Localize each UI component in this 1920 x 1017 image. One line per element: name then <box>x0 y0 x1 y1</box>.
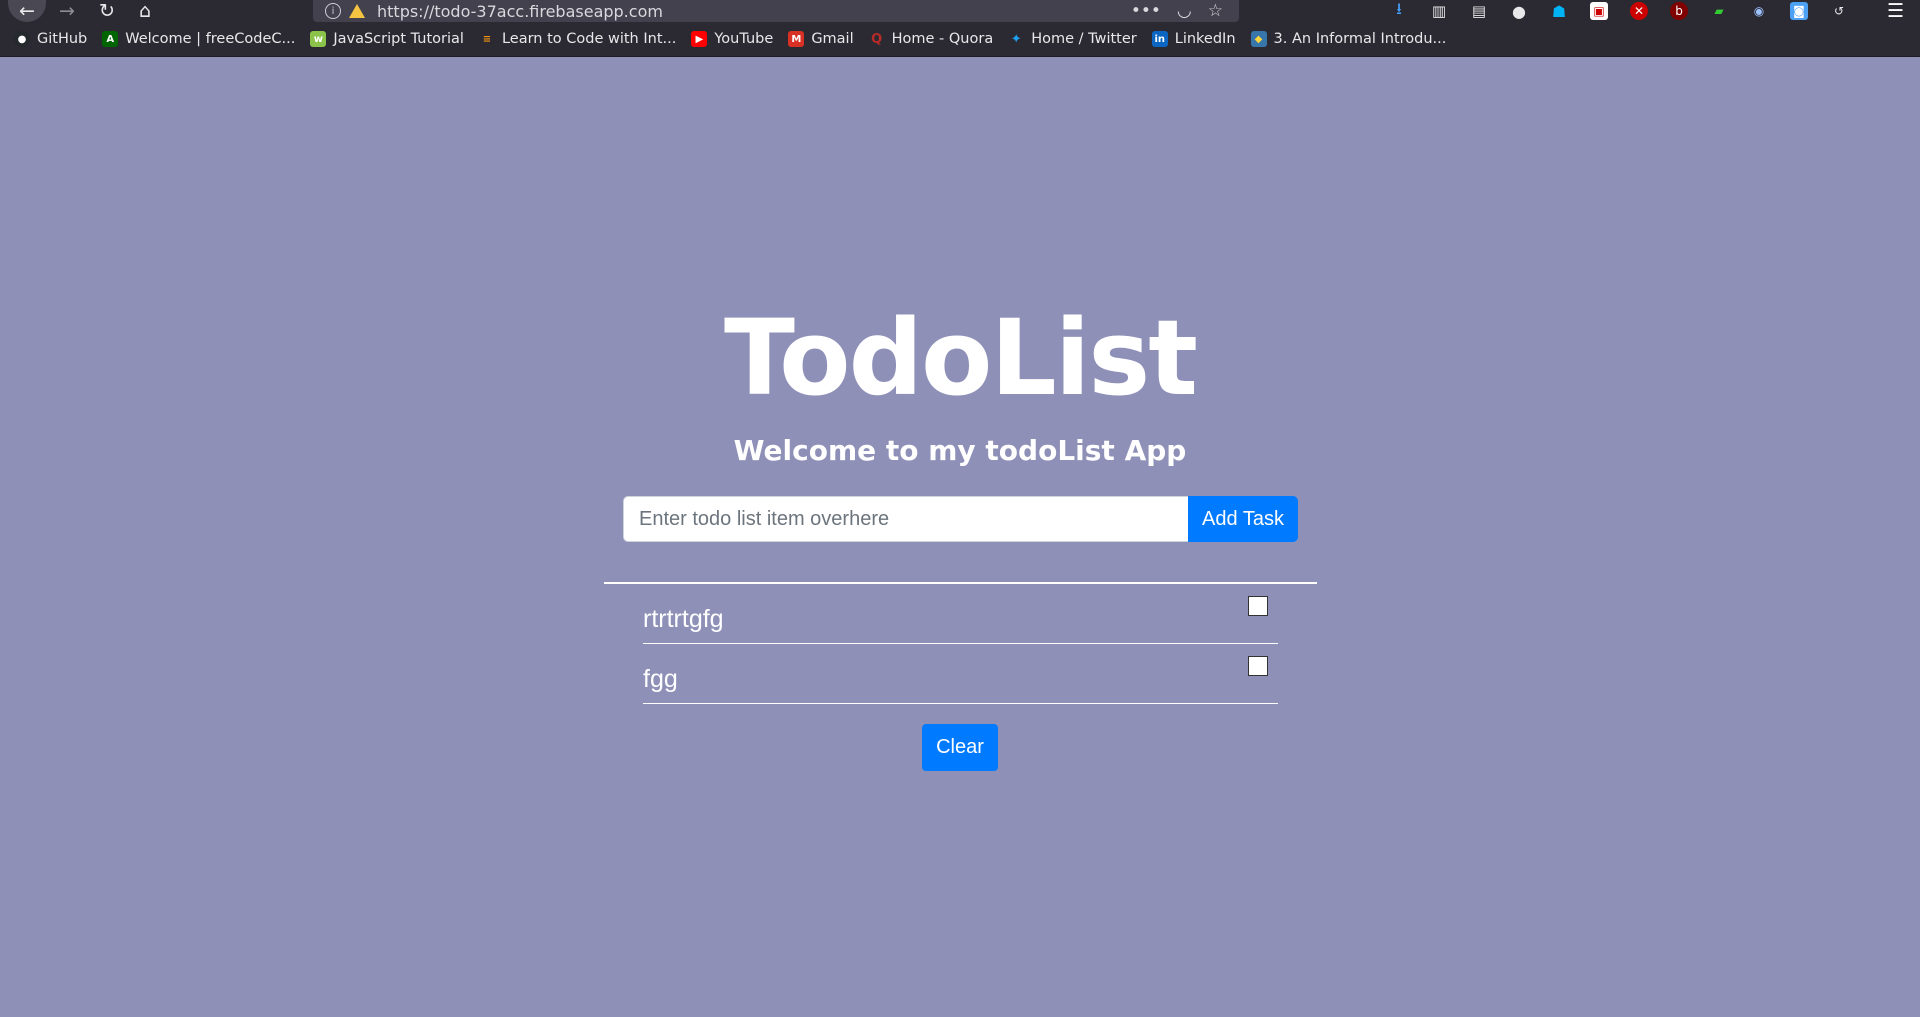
todo-input[interactable] <box>623 496 1188 542</box>
bookmarks-bar: ● GitHub A Welcome | freeCodeC... w Java… <box>0 22 1920 57</box>
bookmark-label: LinkedIn <box>1174 31 1236 47</box>
bookmark-twitter[interactable]: ✦ Home / Twitter <box>1008 31 1137 47</box>
bookmark-quora[interactable]: Q Home - Quora <box>869 31 994 47</box>
todo-checkbox[interactable] <box>1248 596 1268 616</box>
extension-owl-icon[interactable]: ◉ <box>1750 2 1768 20</box>
github-icon: ● <box>14 31 30 47</box>
bookmark-learn-to-code[interactable]: ≡ Learn to Code with Int... <box>479 31 677 47</box>
app-subtitle: Welcome to my todoList App <box>733 434 1187 467</box>
quora-icon: Q <box>871 31 883 47</box>
todo-item: fgg <box>643 644 1278 704</box>
add-task-button[interactable]: Add Task <box>1188 496 1298 542</box>
w3schools-icon: w <box>310 31 327 47</box>
extension-ghost-icon[interactable]: ☗ <box>1550 2 1568 21</box>
reload-button[interactable]: ↻ <box>92 0 122 22</box>
youtube-icon: ▶ <box>691 31 708 47</box>
bookmark-label: JavaScript Tutorial <box>333 31 464 47</box>
bookmark-github[interactable]: ● GitHub <box>14 31 87 47</box>
extension-shield-icon[interactable]: ▣ <box>1590 2 1608 20</box>
bookmark-gmail[interactable]: M Gmail <box>788 31 854 47</box>
add-task-form: Add Task <box>623 496 1298 542</box>
todo-app: TodoList Welcome to my todoList App Add … <box>0 57 1920 1017</box>
todo-list: rtrtrtgfg fgg <box>643 584 1278 704</box>
app-title: TodoList <box>723 297 1198 419</box>
bookmark-python-tutorial[interactable]: ◆ 3. An Informal Introdu... <box>1250 31 1447 47</box>
bookmark-label: GitHub <box>37 31 88 47</box>
todo-text: fgg <box>643 665 678 693</box>
info-icon[interactable]: i <box>325 3 341 19</box>
home-button[interactable]: ⌂ <box>130 0 160 22</box>
bookmark-youtube[interactable]: ▶ YouTube <box>691 31 773 47</box>
bookmark-label: Home / Twitter <box>1031 31 1137 47</box>
linkedin-icon: in <box>1151 31 1168 47</box>
url-text[interactable]: https://todo-37acc.firebaseapp.com <box>377 2 1131 21</box>
browser-toolbar: ← → ↻ ⌂ i https://todo-37acc.firebaseapp… <box>0 0 1920 22</box>
stackshare-icon: ≡ <box>482 33 492 45</box>
sync-icon[interactable]: ↺ <box>1830 2 1848 20</box>
pocket-icon[interactable]: ◡ <box>1177 1 1192 21</box>
forward-button[interactable]: → <box>52 0 82 22</box>
ublock-icon[interactable]: b <box>1670 2 1688 20</box>
bookmark-label: YouTube <box>714 31 774 47</box>
library-icon[interactable]: ▥ <box>1430 2 1448 20</box>
extension-toolbar: ⭳ ▥ ▤ ● ☗ ▣ ✕ b ▰ ◉ ◙ ↺ <box>1390 0 1870 22</box>
bookmark-label: Learn to Code with Int... <box>501 31 677 47</box>
extension-close-icon[interactable]: ✕ <box>1630 2 1648 20</box>
bookmark-star-icon[interactable]: ☆ <box>1208 1 1223 21</box>
sidebar-icon[interactable]: ▤ <box>1470 2 1488 20</box>
gmail-icon: M <box>788 31 805 47</box>
bookmark-freecodecamp[interactable]: A Welcome | freeCodeC... <box>102 31 295 47</box>
address-bar[interactable]: i https://todo-37acc.firebaseapp.com •••… <box>313 0 1239 22</box>
clear-button[interactable]: Clear <box>922 724 998 771</box>
bookmark-label: Home - Quora <box>891 31 994 47</box>
todo-checkbox[interactable] <box>1248 656 1268 676</box>
download-icon[interactable]: ⭳ <box>1390 0 1408 20</box>
bookmark-label: Welcome | freeCodeC... <box>125 31 296 47</box>
extension-green-icon[interactable]: ▰ <box>1710 2 1728 20</box>
screenshot-icon[interactable]: ◙ <box>1790 2 1808 20</box>
freecodecamp-icon: A <box>102 31 119 47</box>
account-icon[interactable]: ● <box>1510 2 1528 21</box>
hamburger-menu-icon[interactable]: ☰ <box>1887 0 1904 22</box>
bookmark-label: Gmail <box>811 31 854 47</box>
python-icon: ◆ <box>1250 31 1267 47</box>
todo-text: rtrtrtgfg <box>643 605 724 633</box>
bookmark-label: 3. An Informal Introdu... <box>1273 31 1447 47</box>
bookmark-javascript-tutorial[interactable]: w JavaScript Tutorial <box>310 31 464 47</box>
todo-item: rtrtrtgfg <box>643 584 1278 644</box>
page-actions-icon[interactable]: ••• <box>1131 1 1161 21</box>
warning-icon[interactable] <box>349 4 365 18</box>
bookmark-linkedin[interactable]: in LinkedIn <box>1151 31 1236 47</box>
back-button[interactable]: ← <box>8 0 46 22</box>
twitter-icon: ✦ <box>1010 31 1022 47</box>
